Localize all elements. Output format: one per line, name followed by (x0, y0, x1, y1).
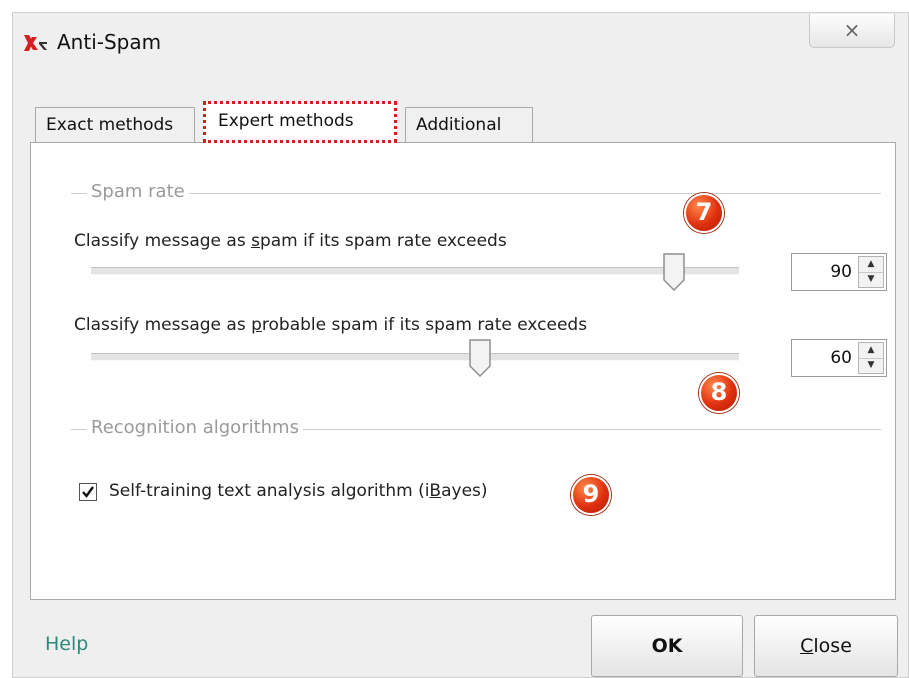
tab-additional[interactable]: Additional (405, 107, 533, 143)
window-close-button[interactable]: × (809, 14, 895, 48)
ibayes-label-accel[interactable]: B (429, 481, 441, 501)
spam-label-pre: Classify message as (74, 231, 252, 251)
ibayes-label[interactable]: Self-training text analysis algorithm (i… (109, 481, 488, 501)
expert-methods-panel: Spam rate Classify message as spam if it… (30, 142, 896, 600)
spam-threshold-spinbox[interactable]: 90 ▲ ▼ (791, 253, 887, 291)
spam-threshold-value[interactable]: 90 (830, 262, 852, 282)
tab-expert-methods[interactable]: Expert methods (203, 101, 397, 143)
close-rest[interactable]: lose (813, 635, 852, 657)
probable-spam-value[interactable]: 60 (830, 348, 852, 368)
spam-threshold-spin-buttons: ▲ ▼ (858, 256, 884, 288)
probable-spam-spinbox[interactable]: 60 ▲ ▼ (791, 339, 887, 377)
probable-spam-slider-thumb[interactable] (469, 339, 491, 377)
annotation-badge-8: 8 (699, 373, 739, 413)
spam-rate-group-title: Spam rate (87, 181, 189, 202)
spam-label-post: pam if its spam rate exceeds (259, 231, 507, 251)
title-bar: Anti-Spam × (13, 13, 908, 73)
arrow-down-icon[interactable]: ▼ (859, 358, 883, 373)
close-accel[interactable]: C (800, 635, 813, 657)
ibayes-label-post[interactable]: ayes) (441, 481, 487, 501)
close-button[interactable]: Close (754, 615, 898, 677)
spam-threshold-slider-thumb[interactable] (663, 253, 685, 291)
close-icon[interactable]: × (844, 18, 861, 42)
window-title: Anti-Spam (57, 30, 162, 54)
help-link[interactable]: Help (45, 633, 88, 655)
spam-threshold-label: Classify message as spam if its spam rat… (74, 231, 507, 251)
probable-spam-slider-track[interactable] (91, 353, 739, 361)
probable-label-accel: p (251, 315, 262, 335)
arrow-down-icon[interactable]: ▼ (859, 272, 883, 287)
annotation-badge-7: 7 (684, 193, 724, 233)
checkmark-icon (82, 486, 94, 498)
kaspersky-logo-icon (24, 35, 47, 51)
tab-exact-methods[interactable]: Exact methods (35, 107, 195, 143)
annotation-badge-9: 9 (571, 475, 611, 515)
anti-spam-dialog: Anti-Spam × Exact methods Additional Exp… (12, 12, 909, 678)
spam-rate-group-line (71, 193, 881, 194)
probable-spam-spin-buttons: ▲ ▼ (858, 342, 884, 374)
probable-spam-threshold-label: Classify message as probable spam if its… (74, 315, 587, 335)
probable-label-post: robable spam if its spam rate exceeds (261, 315, 588, 335)
arrow-up-icon[interactable]: ▲ (859, 343, 883, 359)
recognition-group-title: Recognition algorithms (87, 417, 303, 438)
arrow-up-icon[interactable]: ▲ (859, 257, 883, 273)
spam-label-accel: s (251, 231, 260, 251)
spam-threshold-slider-track[interactable] (91, 267, 739, 275)
ibayes-label-pre[interactable]: Self-training text analysis algorithm (i (109, 481, 429, 501)
ibayes-checkbox[interactable] (79, 483, 97, 501)
ok-button[interactable]: OK (591, 615, 743, 677)
probable-label-pre: Classify message as (74, 315, 252, 335)
